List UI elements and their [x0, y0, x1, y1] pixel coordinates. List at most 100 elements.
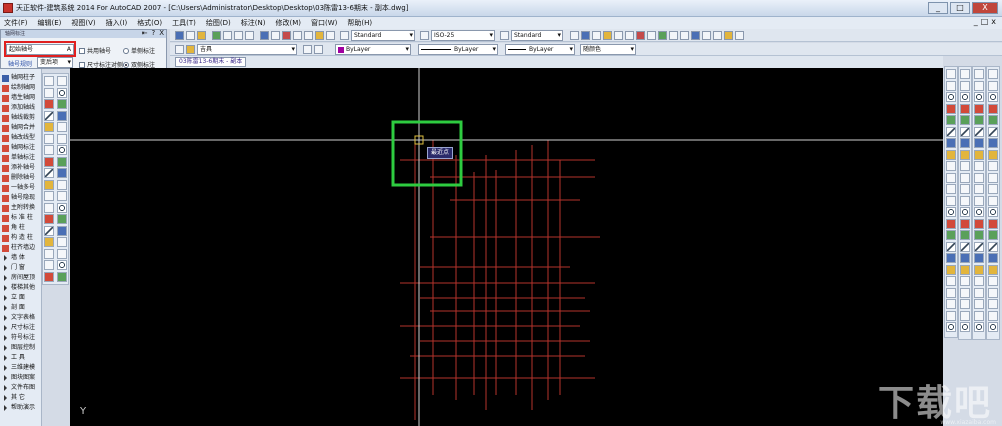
temp-track-icon[interactable] [974, 253, 984, 263]
circle-icon[interactable] [57, 99, 67, 109]
layout-icon[interactable] [988, 230, 998, 240]
dialog-close-button[interactable]: X [159, 29, 164, 37]
side-menu-item[interactable]: 符号标注 [2, 333, 35, 343]
layer-walk-icon[interactable] [702, 31, 711, 40]
rotate-icon[interactable] [946, 138, 956, 148]
zoom-previous-icon[interactable] [245, 31, 254, 40]
front-view-icon[interactable] [988, 299, 998, 309]
color-icon[interactable] [636, 31, 645, 40]
leader-icon[interactable] [960, 195, 970, 206]
mtext-icon[interactable] [57, 271, 67, 282]
gradient-icon[interactable] [44, 156, 54, 167]
color-select[interactable]: ByLayer [335, 44, 411, 55]
layer-prev-icon[interactable] [592, 31, 601, 40]
match-prop-icon[interactable] [647, 31, 656, 40]
arc-length-icon[interactable] [960, 92, 970, 102]
table-icon[interactable] [44, 271, 54, 282]
side-menu-item[interactable]: 构 造 柱 [2, 233, 33, 243]
side-menu-item[interactable]: 添补轴号 [2, 163, 35, 173]
pan-icon[interactable] [212, 31, 221, 40]
extension-icon[interactable] [974, 138, 984, 148]
ordinate-icon[interactable] [960, 103, 970, 114]
hatch-icon[interactable] [57, 248, 67, 259]
layer-previous-icon[interactable] [314, 45, 323, 54]
side-menu-item[interactable]: 轴网合并 [2, 123, 35, 133]
tool-palettes-icon[interactable] [282, 31, 291, 40]
insert-block-icon[interactable] [44, 133, 54, 144]
layer-select[interactable]: 吉具 [197, 44, 297, 55]
side-menu-item[interactable]: 墙 体 [2, 253, 25, 263]
camera-icon[interactable] [988, 184, 998, 194]
table-style-select[interactable]: Standard [511, 30, 563, 41]
render-icon[interactable] [988, 218, 998, 229]
calculator-icon[interactable] [315, 31, 324, 40]
trim-icon[interactable] [946, 172, 956, 183]
mtext-icon[interactable] [57, 168, 67, 178]
doc-minimize-button[interactable]: _ [974, 17, 978, 26]
rotate-icon[interactable] [946, 322, 956, 332]
erase-icon[interactable] [946, 69, 956, 79]
help-button[interactable]: ? [151, 29, 155, 37]
dim-update-icon[interactable] [960, 241, 970, 252]
arc-icon[interactable] [44, 202, 54, 213]
side-menu-item[interactable]: 轴改线型 [2, 133, 35, 143]
tolerance-icon[interactable] [960, 207, 970, 217]
center-mark-icon[interactable] [960, 218, 970, 229]
side-menu-item[interactable]: 标 准 柱 [2, 213, 33, 223]
open-file-icon[interactable] [186, 31, 195, 40]
maximize-button[interactable]: □ [950, 2, 970, 14]
lineweight-select[interactable]: ByLayer [505, 44, 575, 55]
close-button[interactable]: X [972, 2, 998, 14]
gradient-icon[interactable] [44, 260, 54, 270]
sun-icon[interactable] [614, 31, 623, 40]
layer-delete-icon[interactable] [724, 31, 733, 40]
top-view-icon[interactable] [988, 253, 998, 263]
break-icon[interactable] [946, 195, 956, 206]
zoom-window-icon[interactable] [234, 31, 243, 40]
circle-icon[interactable] [57, 202, 67, 213]
side-menu-item[interactable]: 角 柱 [2, 223, 25, 233]
menu-item[interactable]: 格式(O) [137, 18, 162, 28]
intersection-icon[interactable] [974, 299, 984, 309]
spline-icon[interactable] [57, 214, 67, 224]
apparent-icon[interactable] [974, 310, 984, 321]
center-icon[interactable] [974, 149, 984, 160]
help-icon[interactable] [326, 31, 335, 40]
continue-icon[interactable] [960, 184, 970, 194]
jogged-icon[interactable] [960, 126, 970, 137]
side-menu-item[interactable]: 尺寸标注 [2, 323, 35, 333]
offset-icon[interactable] [946, 103, 956, 114]
side-menu-item[interactable]: 单轴标注 [2, 153, 35, 163]
midpoint-icon[interactable] [974, 287, 984, 298]
snap-from-icon[interactable] [974, 264, 984, 275]
ellipse-arc-icon[interactable] [57, 122, 67, 132]
left-view-icon[interactable] [988, 276, 998, 286]
menu-item[interactable]: 绘图(D) [206, 18, 231, 28]
aligned-dim-icon[interactable] [960, 264, 970, 275]
side-menu-item[interactable]: 三维建模 [2, 363, 35, 373]
endpoint-icon[interactable] [974, 276, 984, 286]
revcloud-icon[interactable] [44, 110, 54, 121]
side-menu-item[interactable]: 其 它 [2, 393, 25, 403]
stretch-icon[interactable] [946, 161, 956, 171]
ordinate-icon[interactable] [960, 287, 970, 298]
left-view-icon[interactable] [988, 92, 998, 102]
layer-state-icon[interactable] [658, 31, 667, 40]
menu-item[interactable]: 修改(M) [275, 18, 301, 28]
aligned-dim-icon[interactable] [960, 80, 970, 91]
parallel-icon[interactable] [974, 195, 984, 206]
dock-button[interactable]: ⇤ [142, 29, 148, 37]
side-menu-item[interactable]: 图层控制 [2, 343, 35, 353]
ellipse-arc-icon[interactable] [57, 225, 67, 236]
diameter-icon[interactable] [960, 322, 970, 332]
region-icon[interactable] [57, 156, 67, 167]
design-center-icon[interactable] [271, 31, 280, 40]
sw-iso-icon[interactable] [988, 138, 998, 148]
side-menu-item[interactable]: 剖 面 [2, 303, 25, 313]
insert-icon[interactable] [974, 207, 984, 217]
se-iso-icon[interactable] [988, 149, 998, 160]
arc-icon[interactable] [44, 99, 54, 109]
side-menu-item[interactable]: 柱齐墙边 [2, 243, 35, 253]
extension-icon[interactable] [974, 322, 984, 332]
perpendicular-icon[interactable] [974, 184, 984, 194]
